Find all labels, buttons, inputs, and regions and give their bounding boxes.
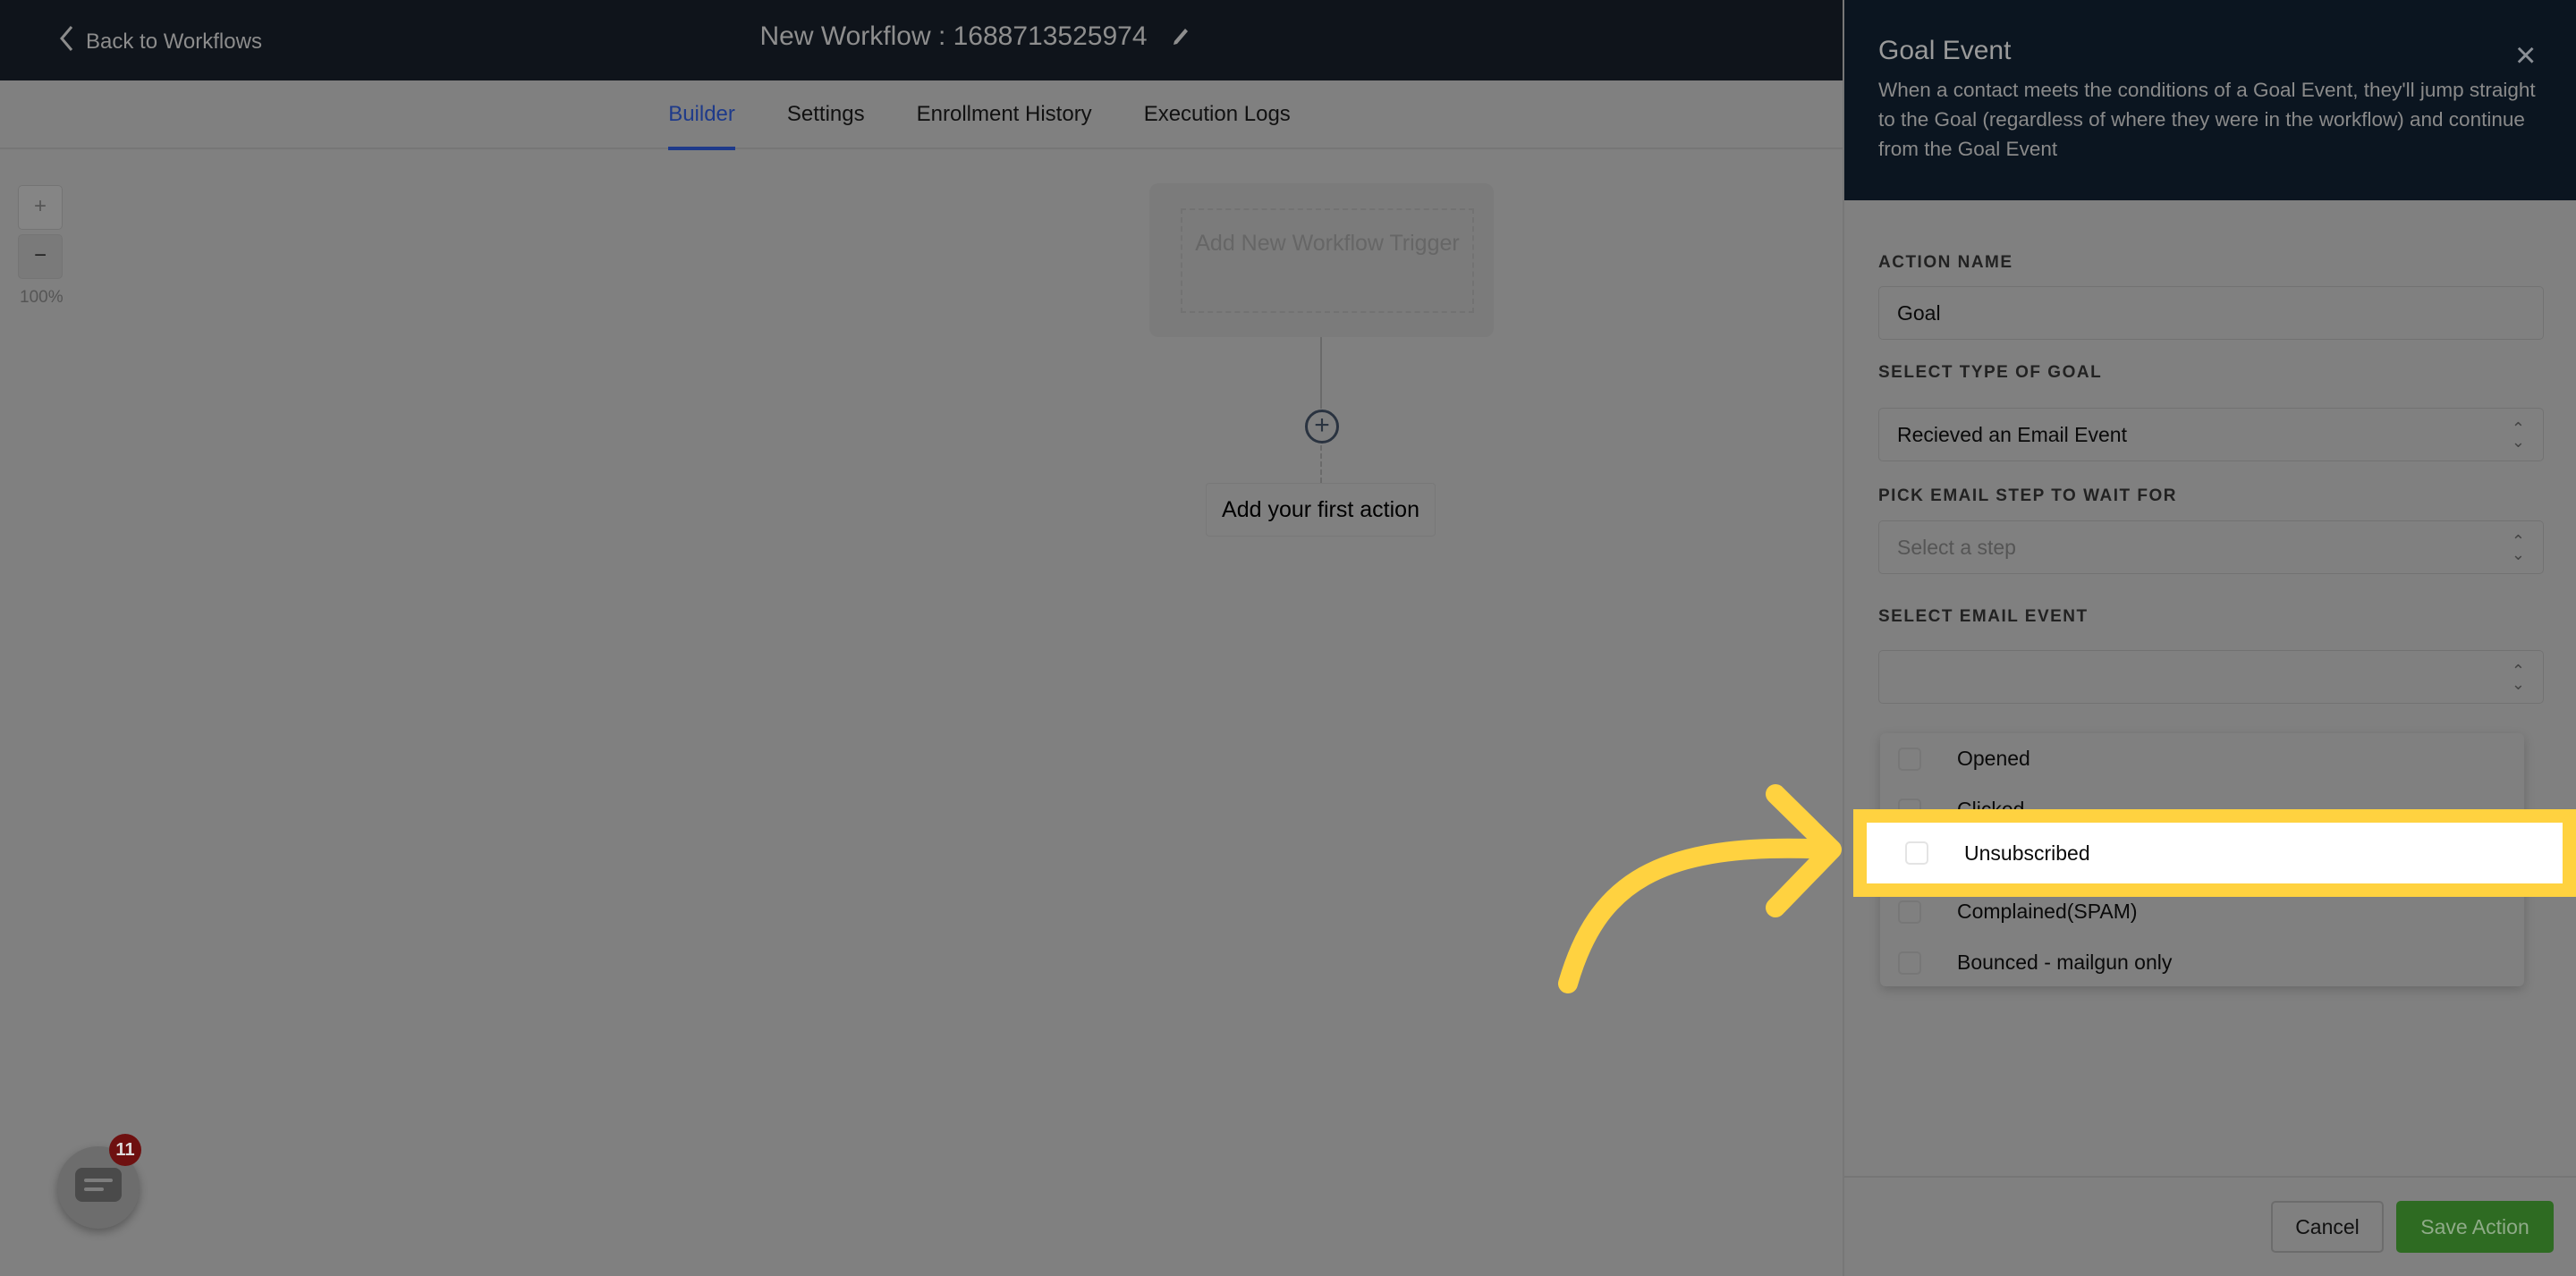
workflow-title: New Workflow : 1688713525974 <box>759 21 1148 51</box>
option-opened[interactable]: Opened <box>1880 733 2524 784</box>
add-first-action-button[interactable]: Add your first action <box>1206 483 1436 537</box>
option-label: Bounced - mailgun only <box>1957 951 2173 974</box>
chevron-up-down-icon: ⌃ ⌄ <box>2511 419 2525 451</box>
email-event-select[interactable]: ⌃ ⌄ <box>1878 650 2544 704</box>
option-bounced[interactable]: Bounced - mailgun only <box>1880 937 2524 988</box>
option-label: Complained(SPAM) <box>1957 900 2138 923</box>
goal-type-select[interactable]: Recieved an Email Event ⌃ ⌄ <box>1878 408 2544 461</box>
zoom-in-button[interactable]: + <box>18 185 63 230</box>
zoom-level: 100% <box>20 288 64 307</box>
panel-description: When a contact meets the conditions of a… <box>1878 79 2536 160</box>
option-label: Opened <box>1957 747 2030 770</box>
add-trigger-button[interactable]: Add New Workflow Trigger <box>1181 208 1474 313</box>
email-step-placeholder: Select a step <box>1897 536 2016 559</box>
panel-title: Goal Event <box>1878 36 2012 65</box>
chat-notification-badge: 11 <box>109 1134 141 1166</box>
tab-enrollment-history[interactable]: Enrollment History <box>917 80 1092 149</box>
connector-dashed-line <box>1320 445 1322 483</box>
email-event-label: SELECT EMAIL EVENT <box>1878 607 2089 626</box>
email-step-label: PICK EMAIL STEP TO WAIT FOR <box>1878 486 2177 505</box>
cancel-button[interactable]: Cancel <box>2271 1201 2384 1253</box>
action-name-label: ACTION NAME <box>1878 253 2013 272</box>
tab-execution-logs[interactable]: Execution Logs <box>1144 80 1291 149</box>
panel-header: Goal Event When a contact meets the cond… <box>1844 0 2576 200</box>
workflow-title-row: New Workflow : 1688713525974 <box>0 21 1843 55</box>
connector-line <box>1320 337 1322 409</box>
footer-divider <box>1844 1176 2576 1178</box>
close-icon[interactable]: × <box>2515 36 2536 76</box>
add-action-plus-icon[interactable]: + <box>1305 410 1339 444</box>
option-unsubscribed-highlighted[interactable]: Unsubscribed <box>1853 809 2576 897</box>
zoom-out-button[interactable]: − <box>18 234 63 279</box>
goal-type-label: SELECT TYPE OF GOAL <box>1878 363 2103 382</box>
tab-bar: Builder Settings Enrollment History Exec… <box>0 80 1843 150</box>
tab-settings[interactable]: Settings <box>787 80 865 149</box>
checkbox[interactable] <box>1898 747 1921 771</box>
pencil-icon[interactable] <box>1171 21 1191 55</box>
goal-event-panel: Goal Event When a contact meets the cond… <box>1843 0 2576 1276</box>
save-action-button[interactable]: Save Action <box>2396 1201 2554 1253</box>
checkbox[interactable] <box>1905 841 1928 865</box>
chat-icon <box>75 1168 122 1202</box>
checkbox[interactable] <box>1898 951 1921 975</box>
chevron-up-down-icon: ⌃ ⌄ <box>2511 662 2525 693</box>
checkbox[interactable] <box>1898 900 1921 924</box>
tab-builder[interactable]: Builder <box>668 80 735 150</box>
option-label: Unsubscribed <box>1964 841 2090 865</box>
email-step-select[interactable]: Select a step ⌃ ⌄ <box>1878 520 2544 574</box>
action-name-input[interactable]: Goal <box>1878 286 2544 340</box>
chevron-up-down-icon: ⌃ ⌄ <box>2511 532 2525 563</box>
goal-type-value: Recieved an Email Event <box>1897 423 2127 446</box>
